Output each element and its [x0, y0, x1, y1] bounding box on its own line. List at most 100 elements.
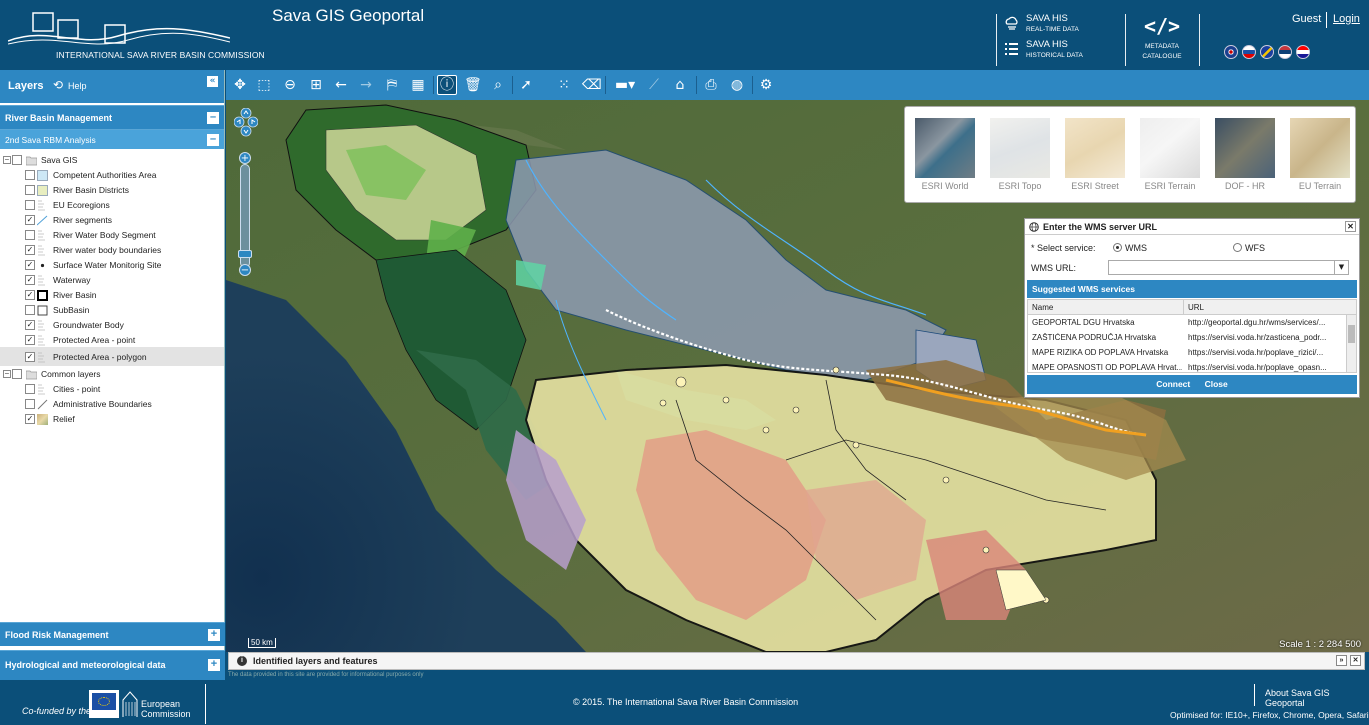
select-pointer-icon[interactable]: ➚ [518, 77, 534, 93]
zoom-box-icon[interactable]: ⬚ [256, 77, 272, 93]
chevron-double-down-icon[interactable]: » [1336, 655, 1347, 666]
tree-group-sava-gis[interactable]: – Sava GIS [0, 152, 224, 167]
layer-checkbox[interactable]: ✓ [25, 260, 35, 270]
login-link[interactable]: Login [1333, 13, 1360, 25]
isrbc-logo[interactable]: INTERNATIONAL SAVA RIVER BASIN COMMISSIO… [8, 8, 265, 62]
next-view-icon[interactable]: → [358, 77, 374, 93]
layer-row[interactable]: Competent Authorities Area [0, 167, 224, 182]
layer-row[interactable]: SubBasin [0, 302, 224, 317]
zoom-extent-icon[interactable]: ⊞ [308, 77, 324, 93]
pan-icon[interactable]: ✥ [232, 77, 248, 93]
section-river-basin-management[interactable]: River Basin Management – [0, 105, 224, 129]
column-header-url[interactable]: URL [1188, 303, 1204, 312]
layer-row[interactable]: ✓ River segments [0, 212, 224, 227]
layer-row[interactable]: ✓ River water body boundaries [0, 242, 224, 257]
close-button[interactable]: Close [1205, 379, 1228, 389]
collapse-section-button[interactable]: – [207, 112, 219, 124]
zoom-in-button[interactable]: + [239, 152, 251, 164]
wms-service-row[interactable]: MAPE RIZIKA OD POPLAVA Hrvatska https://s… [1028, 345, 1356, 360]
layer-checkbox[interactable]: ✓ [25, 352, 35, 362]
zoom-out-button[interactable]: − [239, 264, 251, 276]
tab-layers[interactable]: Layers [8, 80, 43, 92]
layer-row[interactable]: EU Ecoregions [0, 197, 224, 212]
layer-checkbox[interactable]: ✓ [25, 335, 35, 345]
section-hydro-met[interactable]: Hydrological and meteorological data + [0, 650, 225, 680]
previous-view-icon[interactable]: ← [333, 77, 349, 93]
measure-icon[interactable]: ▬▾ [611, 77, 639, 93]
layer-row[interactable]: ✓ Waterway [0, 272, 224, 287]
layer-row[interactable]: River Basin Districts [0, 182, 224, 197]
flag-english-icon[interactable] [1224, 45, 1238, 59]
layer-checkbox[interactable] [25, 185, 35, 195]
basemap-eu-terrain[interactable]: EU Terrain [1289, 118, 1351, 191]
column-header-name[interactable]: Name [1032, 303, 1053, 312]
zoom-out-box-icon[interactable]: ⊖ [282, 77, 298, 93]
search-icon[interactable]: ⌕ [490, 77, 506, 93]
metadata-catalogue-link[interactable]: </> METADATA CATALOGUE [1140, 14, 1184, 62]
clear-selection-icon[interactable]: 🗑 [464, 77, 482, 93]
radio-wfs-button[interactable] [1233, 243, 1242, 252]
layer-row[interactable]: ✓ Groundwater Body [0, 317, 224, 332]
basemap-esri-street[interactable]: ESRI Street [1064, 118, 1126, 191]
group-checkbox[interactable] [12, 155, 22, 165]
flag-slovenian-icon[interactable] [1242, 45, 1256, 59]
layer-checkbox[interactable] [25, 200, 35, 210]
identified-layers-bar[interactable]: i Identified layers and features » ✕ [228, 652, 1365, 670]
collapse-group-button[interactable]: – [3, 370, 11, 378]
wms-service-row[interactable]: MAPE OPASNOSTI OD POPLAVA Hrvat... https:… [1028, 360, 1356, 372]
about-link[interactable]: About Sava GIS Geoportal [1265, 688, 1369, 708]
sava-his-historical-link[interactable]: SAVA HIS HISTORICAL DATA [1004, 39, 1114, 67]
map-canvas[interactable]: + − 50 km Scale 1 : 2 284 500 ESRI World… [226, 100, 1369, 652]
layer-checkbox[interactable] [25, 230, 35, 240]
tree-group-common-layers[interactable]: – Common layers [0, 366, 224, 381]
basemap-esri-topo[interactable]: ESRI Topo [989, 118, 1051, 191]
group-checkbox[interactable] [12, 369, 22, 379]
clear-select-icon[interactable]: ⌫ [582, 77, 602, 93]
layer-checkbox[interactable]: ✓ [25, 290, 35, 300]
identify-icon[interactable]: ⓘ [437, 75, 457, 95]
radio-wms[interactable]: WMS [1113, 243, 1147, 253]
layer-checkbox[interactable]: ✓ [25, 414, 35, 424]
expand-section-button[interactable]: + [208, 629, 220, 641]
attribute-table-icon[interactable]: ▦ [410, 77, 426, 93]
wms-service-row[interactable]: ZAŠTIĆENA PODRUČJA Hrvatska https://servi… [1028, 330, 1356, 345]
close-icon[interactable]: ✕ [1345, 221, 1356, 232]
section-rbm-analysis[interactable]: 2nd Sava RBM Analysis – [0, 129, 224, 149]
collapse-section-button[interactable]: – [207, 134, 219, 146]
map-layers-icon[interactable]: ⛿ [384, 77, 400, 93]
layer-checkbox[interactable]: ✓ [25, 215, 35, 225]
flag-bosnian-icon[interactable] [1260, 45, 1274, 59]
close-icon[interactable]: ✕ [1350, 655, 1361, 666]
collapse-panel-button[interactable]: « [207, 76, 218, 87]
connect-button[interactable]: Connect [1156, 379, 1190, 389]
layer-row[interactable]: Administrative Boundaries [0, 396, 224, 411]
clear-measure-icon[interactable]: ⌂ [672, 77, 688, 93]
wms-dialog-title-bar[interactable]: Enter the WMS server URL ✕ [1025, 219, 1359, 235]
layer-checkbox[interactable]: ✓ [25, 275, 35, 285]
wms-service-row[interactable]: GEOPORTAL DGU Hrvatska http://geoportal.d… [1028, 315, 1356, 330]
sava-his-realtime-link[interactable]: SAVA HIS REAL-TIME DATA [1004, 13, 1114, 41]
layer-checkbox[interactable] [25, 170, 35, 180]
collapse-group-button[interactable]: – [3, 156, 11, 164]
wms-url-input[interactable]: ▼ [1108, 260, 1349, 275]
layer-row[interactable]: ✓ River Basin [0, 287, 224, 302]
basemap-dof-hr[interactable]: DOF - HR [1214, 118, 1276, 191]
tab-help[interactable]: Help [68, 81, 87, 91]
layer-checkbox[interactable] [25, 399, 35, 409]
scrollbar-thumb[interactable] [1348, 325, 1355, 343]
pan-arrows-control[interactable] [234, 108, 258, 152]
grid-scrollbar[interactable] [1346, 315, 1356, 372]
layer-checkbox[interactable] [25, 305, 35, 315]
layer-row[interactable]: ✓ Protected Area - polygon [0, 347, 224, 366]
zoom-slider-handle[interactable] [238, 250, 252, 258]
flag-serbian-icon[interactable] [1278, 45, 1292, 59]
layer-row[interactable]: ✓ Protected Area - point [0, 332, 224, 347]
layer-checkbox[interactable]: ✓ [25, 320, 35, 330]
select-box-icon[interactable]: ⁙ [556, 77, 572, 93]
layer-checkbox[interactable] [25, 384, 35, 394]
expand-section-button[interactable]: + [208, 659, 220, 671]
layer-row[interactable]: Cities - point [0, 381, 224, 396]
radio-wfs[interactable]: WFS [1233, 243, 1265, 253]
layer-row[interactable]: ✓ Relief [0, 411, 224, 426]
layer-row[interactable]: River Water Body Segment [0, 227, 224, 242]
